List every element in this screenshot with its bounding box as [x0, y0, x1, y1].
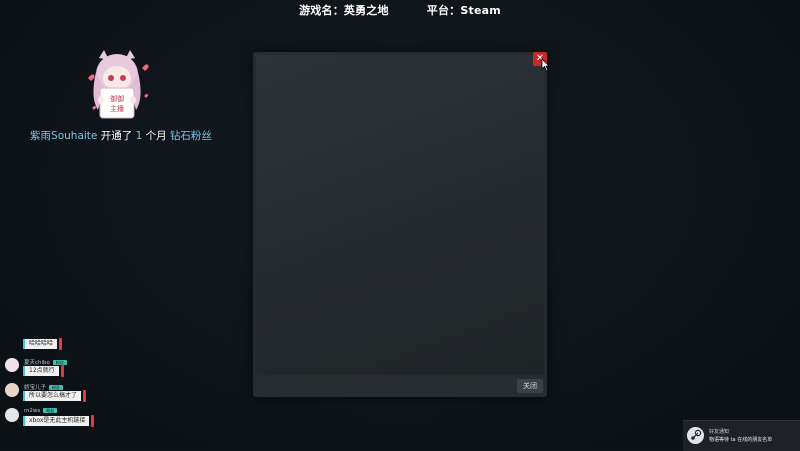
avatar: [5, 383, 19, 397]
platform-label: 平台：Steam: [426, 4, 501, 17]
fan-badge: 粉丝: [52, 360, 67, 365]
chat-message: xbox是无此主机链接: [23, 415, 95, 427]
modal-dialog: ✕ 关闭: [253, 52, 547, 397]
toast-title: 好友通知: [709, 429, 730, 435]
mascot-image: 御御 主播: [88, 50, 149, 119]
modal-content: [256, 55, 544, 375]
fan-badge: 粉丝: [49, 385, 64, 390]
subscription-tier: 钻石粉丝: [169, 130, 212, 142]
chat-item: 夏天chibo 粉丝 12点就行: [5, 350, 165, 377]
chat-list: 哈哈哈哈 夏天chibo 粉丝 12点就行 娇宝儿子 粉丝 所以要怎么搞才了 m2w…: [5, 338, 165, 427]
chat-username: m2ws: [24, 408, 41, 414]
chat-item: 哈哈哈哈: [5, 338, 165, 350]
modal-close-footer-button[interactable]: 关闭: [517, 379, 543, 393]
mouse-cursor-icon: [541, 58, 550, 72]
svg-text:主播: 主播: [110, 104, 124, 113]
svg-text:御御: 御御: [110, 94, 124, 103]
toast-text: 物语等待 ta 在线的朋友名单: [709, 437, 773, 443]
subscription-action: 开通了: [97, 130, 136, 142]
steam-icon: [687, 427, 704, 444]
chat-item: m2ws 粉丝 xbox是无此主机链接: [5, 400, 165, 427]
chat-message: 哈哈哈哈: [23, 338, 63, 350]
stream-caption: 游戏名：英勇之地 平台：Steam: [0, 2, 800, 18]
steam-notification-toast[interactable]: 好友通知 物语等待 ta 在线的朋友名单: [683, 420, 800, 451]
avatar: [5, 408, 19, 422]
subscription-banner: 紫雨Souhaite 开通了 1 个月 钻石粉丝: [0, 128, 242, 143]
fan-badge: 粉丝: [43, 408, 58, 413]
avatar: [5, 358, 19, 372]
game-name-label: 游戏名：英勇之地: [299, 4, 389, 17]
subscription-unit: 个月: [142, 130, 170, 142]
subscriber-name: 紫雨Souhaite: [30, 130, 98, 142]
chat-item: 娇宝儿子 粉丝 所以要怎么搞才了: [5, 375, 165, 402]
